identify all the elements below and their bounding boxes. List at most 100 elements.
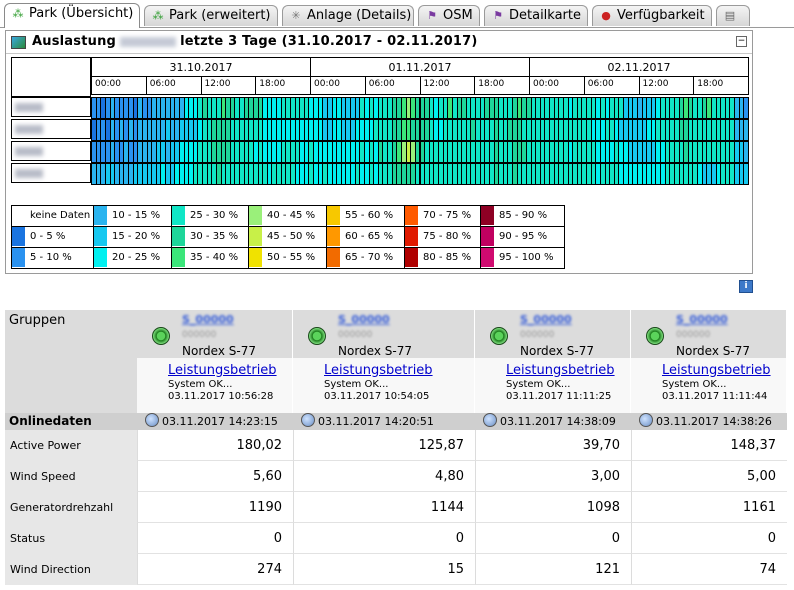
- value-wind-direction: 274: [137, 554, 293, 585]
- tab-print[interactable]: ▤: [716, 5, 750, 26]
- legend-swatch: [481, 248, 494, 267]
- redacted-park-name: [120, 36, 177, 47]
- value-wind-speed: 4,80: [293, 461, 475, 492]
- legend-item: 35 - 40 %: [171, 247, 250, 269]
- status-link[interactable]: Leistungsbetrieb: [168, 363, 277, 378]
- legend-item: 95 - 100 %: [480, 247, 565, 269]
- legend-item: keine Daten: [11, 205, 94, 227]
- legend-swatch: [405, 206, 418, 225]
- tab-label: Verfügbarkeit: [617, 8, 705, 23]
- heatmap-cell: [743, 141, 749, 163]
- legend-label: 65 - 70 %: [345, 252, 394, 263]
- status-link[interactable]: Leistungsbetrieb: [506, 363, 615, 378]
- value-wind-direction: 15: [293, 554, 475, 585]
- legend-label: 40 - 45 %: [267, 210, 316, 221]
- status-link[interactable]: Leistungsbetrieb: [324, 363, 433, 378]
- panel-title-suffix: letzte 3 Tage (31.10.2017 - 02.11.2017): [180, 34, 478, 49]
- legend-label: 70 - 75 %: [423, 210, 472, 221]
- date-header: 02.11.2017: [529, 57, 749, 77]
- legend-item: 80 - 85 %: [404, 247, 481, 269]
- online-time: 03.11.2017 14:23:15: [162, 415, 278, 428]
- redacted-turbine-id: 000000: [676, 330, 711, 340]
- turbine-model: Nordex S-77: [676, 344, 750, 358]
- legend-label: 85 - 90 %: [499, 210, 548, 221]
- turbine-row-label: [11, 97, 91, 117]
- legend-label: 35 - 40 %: [190, 252, 239, 263]
- hour-header: 00:00 06:00 12:00 18:00: [529, 77, 749, 95]
- legend-label: 50 - 55 %: [267, 252, 316, 263]
- hour-divider: [364, 77, 366, 95]
- turbine-status-icon[interactable]: [308, 327, 326, 345]
- online-data-label: Onlinedaten: [9, 414, 92, 428]
- legend-swatch: [249, 248, 262, 267]
- legend-item: 0 - 5 %: [11, 226, 94, 248]
- tab-verfügbarkeit[interactable]: ● Verfügbarkeit: [592, 5, 712, 26]
- hour-divider: [693, 77, 695, 95]
- online-time: 03.11.2017 14:38:09: [500, 415, 616, 428]
- status-time: 03.11.2017 10:54:05: [324, 391, 430, 402]
- tab-osm[interactable]: ⚑ OSM: [418, 5, 480, 26]
- redacted-turbine-link[interactable]: S_00000: [676, 313, 728, 326]
- value-status: 0: [137, 523, 293, 554]
- turbine-status-icon[interactable]: [152, 327, 170, 345]
- row-label-wind-direction: Wind Direction: [5, 554, 138, 585]
- globe-icon: [145, 413, 159, 427]
- hour-label: 12:00: [642, 79, 669, 89]
- tab-park-übersicht[interactable]: ⁂ Park (Übersicht): [4, 3, 140, 28]
- hour-label: 00:00: [314, 79, 340, 89]
- value-wind-speed: 5,60: [137, 461, 293, 492]
- turbine-status-icon[interactable]: [646, 327, 664, 345]
- status-dot-icon: ●: [601, 9, 611, 22]
- redacted-turbine-link[interactable]: S_00000: [520, 313, 572, 326]
- turbine-row-label: [11, 163, 91, 183]
- value-status: 0: [475, 523, 631, 554]
- legend-swatch: [12, 227, 25, 246]
- hour-label: 18:00: [697, 79, 724, 89]
- tab-park-erweitert[interactable]: ⁂ Park (erweitert): [144, 5, 278, 26]
- hour-label: 18:00: [478, 79, 505, 89]
- value-wind-direction: 74: [631, 554, 787, 585]
- globe-icon: [639, 413, 653, 427]
- online-time-cell: 03.11.2017 14:38:09: [475, 413, 631, 430]
- tab-detailkarte[interactable]: ⚑ Detailkarte: [484, 5, 588, 26]
- redacted-turbine-link[interactable]: S_00000: [182, 313, 234, 326]
- panel-title-prefix: Auslastung: [32, 34, 117, 49]
- legend-swatch: [249, 206, 262, 225]
- turbine-row-label: [11, 119, 91, 139]
- value-generator-rpm: 1190: [137, 492, 293, 523]
- collapse-button[interactable]: −: [736, 36, 747, 47]
- legend-swatch: [327, 227, 340, 246]
- redacted-turbine-name: [15, 125, 43, 134]
- legend-label: 0 - 5 %: [30, 231, 66, 242]
- turbine-status-icon[interactable]: [490, 327, 508, 345]
- online-time: 03.11.2017 14:38:26: [656, 415, 772, 428]
- hour-label: 06:00: [149, 79, 176, 89]
- legend-swatch: [12, 248, 25, 267]
- legend-label: 60 - 65 %: [345, 231, 394, 242]
- hour-label: 00:00: [95, 79, 121, 89]
- date-header: 31.10.2017: [91, 57, 311, 77]
- tab-anlage-details[interactable]: ✳ Anlage (Details): [282, 5, 414, 26]
- redacted-turbine-link[interactable]: S_00000: [338, 313, 390, 326]
- legend-swatch: [481, 206, 494, 225]
- hour-label: 06:00: [587, 79, 614, 89]
- legend-item: 30 - 35 %: [171, 226, 250, 248]
- legend-label: 75 - 80 %: [423, 231, 472, 242]
- chart-icon: [11, 36, 26, 49]
- legend-item: 20 - 25 %: [93, 247, 172, 269]
- info-icon[interactable]: i: [739, 280, 753, 293]
- tab-label: Anlage (Details): [307, 8, 412, 23]
- legend-swatch: [327, 206, 340, 225]
- groups-label: Gruppen: [9, 313, 66, 328]
- status-text: System OK...: [506, 379, 571, 390]
- status-text: System OK...: [324, 379, 389, 390]
- legend-item: 90 - 95 %: [480, 226, 565, 248]
- hour-divider: [638, 77, 640, 95]
- online-time-cell: 03.11.2017 14:38:26: [631, 413, 787, 430]
- legend-swatch: [172, 248, 185, 267]
- legend-label: 90 - 95 %: [499, 231, 548, 242]
- panel-header: Auslastung letzte 3 Tage (31.10.2017 - 02…: [6, 31, 752, 54]
- map-icon: ⚑: [427, 9, 437, 22]
- legend-swatch: [94, 227, 107, 246]
- status-link[interactable]: Leistungsbetrieb: [662, 363, 771, 378]
